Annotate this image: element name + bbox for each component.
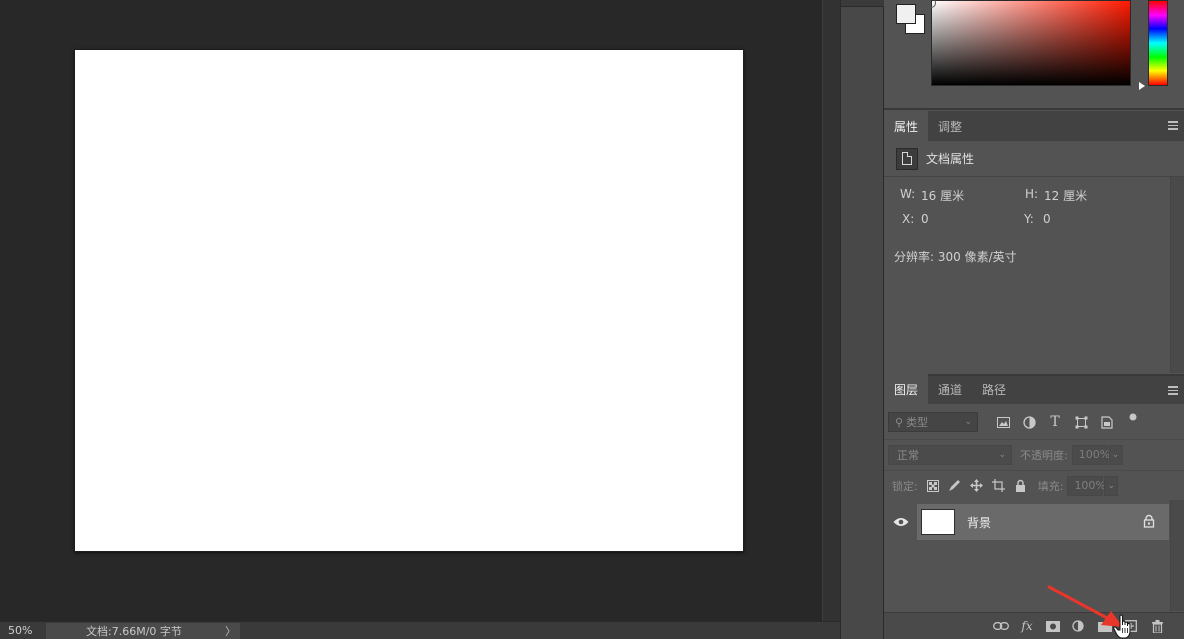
tab-properties[interactable]: 属性 — [884, 111, 929, 141]
layer-lock-icon[interactable] — [1143, 514, 1155, 528]
width-label: W: — [900, 187, 916, 201]
panel-dock-strip — [840, 0, 885, 639]
smart-object-filter-icon[interactable] — [1096, 411, 1118, 433]
color-saturation-field[interactable] — [926, 0, 1131, 86]
adjustment-filter-icon[interactable] — [1018, 411, 1040, 433]
height-label: H: — [1025, 187, 1039, 201]
image-filter-icon[interactable] — [992, 411, 1014, 433]
properties-header: 文档属性 — [884, 141, 1184, 177]
opacity-label: 不透明度: — [1020, 448, 1068, 462]
opacity-value: 100% — [1078, 448, 1111, 461]
layer-row[interactable]: 背景 — [917, 504, 1169, 540]
zoom-level[interactable]: 50% — [0, 624, 46, 637]
lock-artboard-icon[interactable] — [988, 475, 1010, 497]
x-label: X: — [902, 212, 915, 226]
canvas-vertical-scrollbar[interactable] — [822, 0, 840, 621]
lock-row: 锁定: 填充: 100% ⌄ — [884, 470, 1184, 500]
document-size-text: 文档:7.66M/0 字节 — [86, 624, 182, 638]
layer-thumbnail — [921, 509, 955, 535]
lock-all-icon[interactable] — [1010, 475, 1032, 497]
tab-paths[interactable]: 路径 — [972, 374, 1016, 404]
tab-channels[interactable]: 通道 — [928, 374, 972, 404]
resolution-text: 分辨率: 300 像素/英寸 — [894, 250, 1017, 264]
properties-title: 文档属性 — [926, 152, 975, 166]
eye-icon — [893, 518, 908, 526]
chevron-down-icon: ⌄ — [1107, 480, 1115, 491]
layers-scrollbar[interactable] — [1170, 500, 1184, 611]
delete-layer-trash-icon[interactable] — [1144, 616, 1170, 636]
layers-footer-toolbar: fx — [884, 612, 1184, 639]
blend-mode-value: 正常 — [897, 448, 919, 462]
fill-value: 100% — [1074, 479, 1106, 492]
layers-menu-icon[interactable] — [1168, 386, 1178, 395]
right-panel: 属性 调整 文档属性 W: 16 厘米 H: 12 厘米 X: 0 Y: 0 分… — [884, 0, 1184, 639]
opacity-dropdown[interactable]: ⌄ — [1108, 444, 1123, 465]
width-value[interactable]: 16 厘米 — [921, 187, 964, 204]
y-label: Y: — [1024, 212, 1034, 226]
properties-menu-icon[interactable] — [1168, 121, 1178, 130]
new-adjustment-layer-icon[interactable] — [1066, 616, 1092, 636]
foreground-color-swatch[interactable] — [896, 4, 916, 24]
opacity-input[interactable]: 100% — [1071, 444, 1111, 465]
search-icon: ⚲ — [895, 415, 904, 429]
layer-filter-row: ⚲ 类型 ⌄ T — [884, 406, 1184, 438]
hand-cursor-icon — [1113, 614, 1131, 639]
hue-slider-marker[interactable] — [1139, 82, 1145, 90]
filter-placeholder: 类型 — [906, 416, 929, 429]
layer-filter-select[interactable]: ⚲ 类型 ⌄ — [888, 412, 978, 432]
filter-toggle-icon[interactable] — [1122, 411, 1144, 433]
height-value[interactable]: 12 厘米 — [1044, 187, 1087, 204]
fill-label: 填充: — [1037, 479, 1064, 493]
layers-panel-body: ⚲ 类型 ⌄ T 正常 ⌄ 不透明度: 100% ⌄ 锁定: 填充: 100% … — [884, 406, 1184, 639]
chevron-down-icon: ⌄ — [1111, 449, 1120, 460]
lock-position-icon[interactable] — [966, 475, 988, 497]
fill-input[interactable]: 100% — [1067, 475, 1106, 496]
lock-label: 锁定: — [892, 479, 918, 493]
blend-row: 正常 ⌄ 不透明度: 100% ⌄ — [884, 439, 1184, 469]
blend-mode-select[interactable]: 正常 ⌄ — [888, 444, 1012, 465]
properties-scrollbar[interactable] — [1170, 177, 1184, 373]
dock-strip-header — [841, 0, 885, 7]
document-canvas[interactable] — [74, 49, 744, 552]
link-layers-icon[interactable] — [988, 616, 1014, 636]
status-menu-arrow-icon[interactable]: 〉 — [225, 623, 236, 639]
layer-visibility-toggle[interactable] — [884, 504, 917, 540]
status-bar: 50% 文档:7.66M/0 字节 〉 — [0, 621, 840, 639]
hue-slider[interactable] — [1148, 0, 1168, 86]
properties-tab-bar: 属性 调整 — [884, 111, 1184, 141]
lock-image-pixels-icon[interactable] — [944, 475, 966, 497]
fill-dropdown[interactable]: ⌄ — [1104, 475, 1119, 496]
canvas-workspace[interactable] — [0, 0, 822, 621]
layers-tab-bar: 图层 通道 路径 — [884, 374, 1184, 404]
properties-panel-body: 文档属性 W: 16 厘米 H: 12 厘米 X: 0 Y: 0 分辨率: 30… — [884, 141, 1184, 373]
color-picker-marker[interactable] — [926, 0, 936, 8]
type-filter-icon[interactable]: T — [1044, 411, 1066, 433]
color-panel — [884, 0, 1184, 110]
layer-style-fx-icon[interactable]: fx — [1014, 616, 1040, 636]
x-value[interactable]: 0 — [921, 212, 929, 226]
add-mask-icon[interactable] — [1040, 616, 1066, 636]
layer-name[interactable]: 背景 — [967, 514, 991, 531]
document-info[interactable]: 文档:7.66M/0 字节 〉 — [46, 622, 240, 639]
y-value[interactable]: 0 — [1043, 212, 1051, 226]
lock-transparent-pixels-icon[interactable] — [922, 475, 944, 497]
shape-filter-icon[interactable] — [1070, 411, 1092, 433]
document-icon — [896, 147, 918, 170]
chevron-down-icon: ⌄ — [964, 417, 972, 427]
tab-layers[interactable]: 图层 — [884, 374, 929, 404]
chevron-down-icon: ⌄ — [998, 449, 1006, 460]
tab-adjustments[interactable]: 调整 — [928, 111, 972, 141]
